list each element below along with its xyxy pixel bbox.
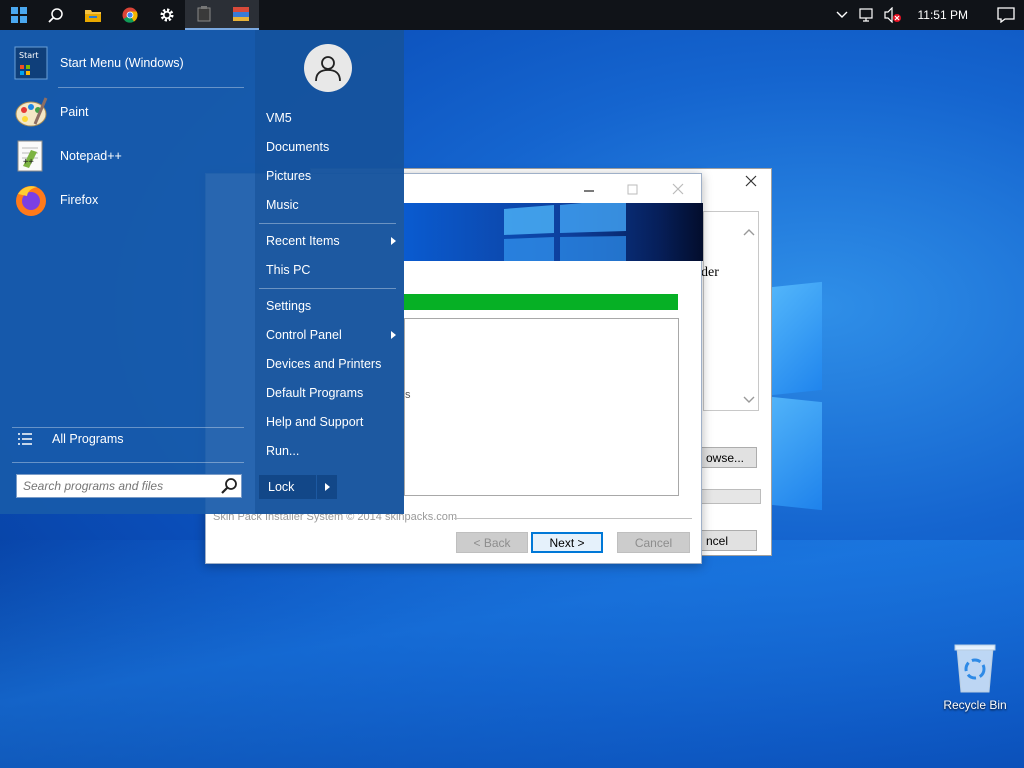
cancel-button-back[interactable]: ncel: [701, 530, 757, 551]
places-user[interactable]: VM5: [266, 107, 396, 129]
scroll-up-icon[interactable]: [743, 225, 755, 239]
program-firefox[interactable]: Firefox: [12, 179, 244, 221]
footer-separator: [454, 518, 692, 519]
wallpaper-beam: [0, 540, 1024, 768]
progress-bar-empty: [701, 489, 761, 504]
maximize-icon: [627, 184, 639, 199]
recycle-bin-label: Recycle Bin: [943, 698, 1007, 712]
progress-fill: [404, 294, 678, 310]
search-input[interactable]: [17, 476, 219, 496]
submenu-arrow-icon: [324, 483, 330, 491]
start-button[interactable]: [0, 0, 37, 30]
taskbar-installer[interactable]: [222, 0, 259, 30]
paint-icon: [12, 93, 50, 131]
recycle-bin-icon: [954, 644, 996, 693]
progress-bar: [404, 294, 678, 310]
recycle-bin[interactable]: Recycle Bin: [940, 642, 1010, 712]
volume-button[interactable]: [880, 7, 906, 23]
browse-button[interactable]: owse...: [701, 447, 757, 468]
program-label: Start Menu (Windows): [60, 56, 184, 70]
taskbar-active-app[interactable]: [185, 0, 222, 30]
cancel-button[interactable]: Cancel: [617, 532, 690, 553]
user-avatar[interactable]: [304, 44, 352, 92]
clock[interactable]: 11:51 PM: [918, 8, 968, 22]
minimize-icon[interactable]: [583, 184, 595, 198]
chevron-up-icon: [836, 11, 848, 18]
network-icon: [858, 8, 873, 22]
notification-icon: [997, 7, 1015, 23]
search-box[interactable]: [16, 474, 242, 498]
places-separator: [259, 223, 396, 224]
places-music[interactable]: Music: [266, 194, 396, 216]
places-help-support[interactable]: Help and Support: [266, 411, 396, 433]
windows-icon: [10, 7, 27, 23]
places-default-programs[interactable]: Default Programs: [266, 382, 396, 404]
search-icon: [47, 8, 63, 23]
text-fragment: der: [701, 265, 719, 280]
program-start-menu[interactable]: Start Start Menu (Windows): [12, 42, 244, 84]
action-center-button[interactable]: [988, 7, 1024, 23]
program-label: Notepad++: [60, 149, 122, 163]
installer-icon: [232, 7, 249, 21]
all-programs-label: All Programs: [52, 432, 124, 446]
places-devices-printers[interactable]: Devices and Printers: [266, 353, 396, 375]
text-panel: [703, 211, 759, 411]
list-icon: [18, 433, 32, 445]
details-text-fragment: s: [405, 389, 411, 401]
taskbar: 11:51 PM: [0, 0, 1024, 30]
taskbar-settings[interactable]: [148, 0, 185, 30]
banner-image: [404, 203, 703, 261]
chrome-icon: [122, 7, 138, 23]
svg-text:++: ++: [23, 157, 34, 167]
close-icon[interactable]: [672, 183, 684, 198]
taskbar-search-button[interactable]: [37, 0, 74, 30]
start-menu-icon: Start: [12, 44, 50, 82]
places-pictures[interactable]: Pictures: [266, 165, 396, 187]
places-settings[interactable]: Settings: [266, 295, 396, 317]
show-hidden-icons-button[interactable]: [830, 11, 854, 19]
lock-options-button[interactable]: [317, 475, 337, 499]
firefox-icon: [12, 181, 50, 219]
gear-icon: [160, 8, 173, 22]
file-explorer-icon: [84, 10, 101, 22]
next-button[interactable]: Next >: [531, 532, 603, 553]
close-icon[interactable]: [743, 173, 759, 189]
places-separator: [259, 288, 396, 289]
places-documents[interactable]: Documents: [266, 136, 396, 158]
lock-button[interactable]: Lock: [259, 475, 317, 499]
submenu-arrow-icon: [391, 237, 396, 245]
details-box: s: [404, 318, 679, 496]
program-label: Firefox: [60, 193, 99, 207]
all-programs-separator: [12, 427, 244, 428]
start-menu-places: VM5 Documents Pictures Music Recent Item…: [255, 30, 404, 514]
back-button: < Back: [456, 532, 528, 553]
search-separator: [12, 462, 244, 463]
user-icon: [315, 56, 341, 82]
taskbar-chrome[interactable]: [111, 0, 148, 30]
all-programs-button[interactable]: All Programs: [18, 432, 124, 446]
places-run[interactable]: Run...: [266, 440, 396, 462]
submenu-arrow-icon: [391, 331, 396, 339]
volume-muted-icon: [883, 7, 901, 23]
taskbar-file-explorer[interactable]: [74, 0, 111, 30]
app-icon: [197, 6, 210, 22]
system-tray: 11:51 PM: [830, 0, 1024, 30]
places-this-pc[interactable]: This PC: [266, 259, 396, 281]
search-icon[interactable]: [219, 476, 241, 496]
lock-control: Lock: [259, 475, 337, 499]
notepadpp-icon: ++: [12, 137, 50, 175]
program-notepadpp[interactable]: ++ Notepad++: [12, 135, 244, 177]
program-label: Paint: [60, 105, 89, 119]
program-paint[interactable]: Paint: [12, 91, 244, 133]
start-menu-programs: Start Start Menu (Windows) Paint ++ Note…: [0, 30, 255, 514]
svg-text:Start: Start: [19, 51, 39, 60]
start-menu: Start Start Menu (Windows) Paint ++ Note…: [0, 30, 404, 514]
programs-separator: [58, 87, 244, 88]
places-recent-items[interactable]: Recent Items: [266, 230, 396, 252]
scroll-down-icon[interactable]: [743, 393, 755, 407]
places-control-panel[interactable]: Control Panel: [266, 324, 396, 346]
network-button[interactable]: [854, 7, 880, 23]
